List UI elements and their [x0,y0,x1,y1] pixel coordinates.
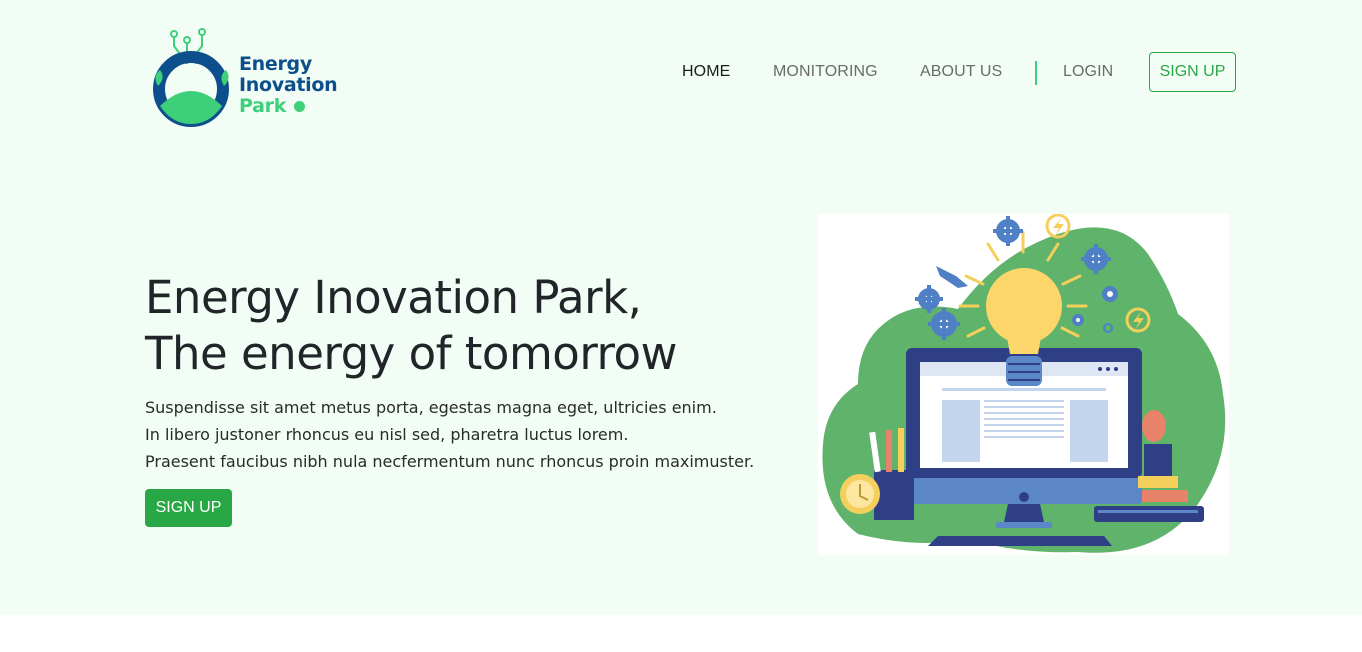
hero-description-line1: Suspendisse sit amet metus porta, egesta… [145,398,717,417]
brand-name-line2: Inovation [239,74,338,96]
nav-home-link[interactable]: HOME [682,63,730,81]
nav-login-link[interactable]: LOGIN [1063,63,1113,81]
hero-signup-button[interactable]: SIGN UP [145,489,232,527]
hero-title: Energy Inovation Park, The energy of tom… [145,270,677,382]
nav-signup-button[interactable]: SIGN UP [1149,52,1236,92]
energy-park-logo-icon [153,28,229,127]
hero-description-line2: In libero justoner rhoncus eu nisl sed, … [145,425,629,444]
hero-description-line3: Praesent faucibus nibh nula necfermentum… [145,452,755,471]
hero-title-line1: Energy Inovation Park, [145,271,642,324]
idea-computer-illustration [822,214,1226,553]
hero-title-line2: The energy of tomorrow [145,327,677,380]
brand-name: Energy Inovation Park [239,53,338,117]
brand-dot-icon [294,101,306,112]
hero-description: Suspendisse sit amet metus porta, egesta… [145,394,754,475]
brand-name-line3-text: Park [239,95,287,117]
brand-name-line1: Energy [239,53,312,75]
nav-monitoring-link[interactable]: MONITORING [773,63,878,81]
brand-logo[interactable]: Energy Inovation Park [150,26,350,130]
nav-about-link[interactable]: ABOUT US [920,63,1002,81]
hero-illustration [818,214,1229,555]
nav-divider [1035,61,1037,85]
brand-name-line3: Park [239,96,337,117]
hero-section: Energy Inovation Park HOME MONITORING AB… [0,0,1362,615]
